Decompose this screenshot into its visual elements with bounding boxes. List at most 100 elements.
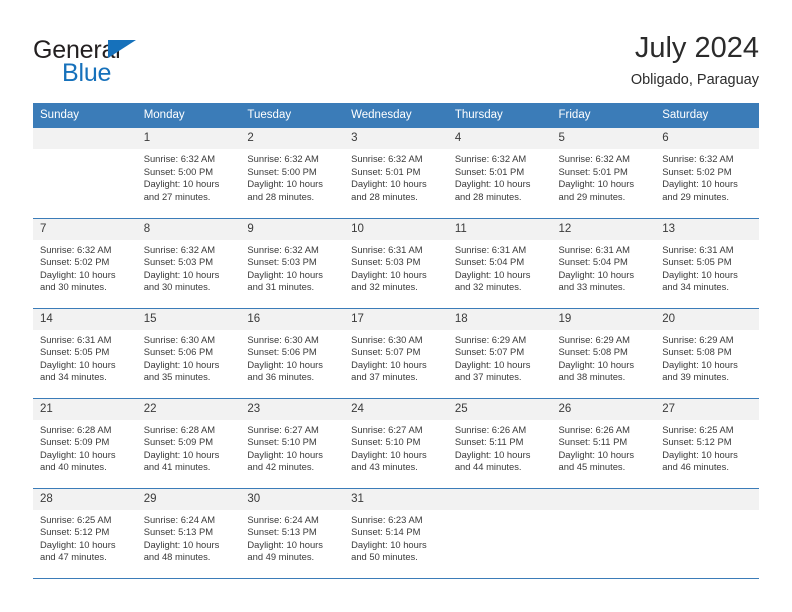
calendar-day-cell[interactable]: 8 Sunrise: 6:32 AM Sunset: 5:03 PM Daylight… [136, 218, 241, 309]
daylight-text-line1: Daylight: 10 hours [40, 448, 116, 460]
sunset-text: Sunset: 5:01 PM [351, 165, 421, 177]
day-number: 25 [447, 398, 552, 420]
day-number: 7 [33, 218, 137, 240]
daylight-text-line1: Daylight: 10 hours [662, 448, 738, 460]
calendar-day-cell[interactable]: 31 Sunrise: 6:23 AM Sunset: 5:14 PM Dayligh… [344, 488, 448, 579]
calendar-day-cell[interactable]: 28 Sunrise: 6:25 AM Sunset: 5:12 PM Dayligh… [33, 488, 137, 579]
calendar-day-cell[interactable]: 16 Sunrise: 6:30 AM Sunset: 5:06 PM Dayligh… [240, 308, 345, 399]
calendar-day-cell[interactable]: 10 Sunrise: 6:31 AM Sunset: 5:03 PM Dayligh… [344, 218, 448, 309]
calendar-day-cell[interactable]: 12 Sunrise: 6:31 AM Sunset: 5:04 PM Dayligh… [551, 218, 656, 309]
daylight-text-line2: and 43 minutes. [351, 461, 418, 473]
daylight-text-line1: Daylight: 10 hours [454, 268, 531, 280]
calendar-day-cell[interactable]: 23 Sunrise: 6:27 AM Sunset: 5:10 PM Dayligh… [240, 398, 345, 489]
daylight-text-line2: and 30 minutes. [143, 281, 211, 293]
brand-logo[interactable]: General Blue [33, 36, 263, 88]
page-title: July 2024 [634, 32, 759, 64]
daylight-text-line2: and 32 minutes. [351, 281, 418, 293]
daylight-text-line2: and 44 minutes. [454, 461, 522, 473]
day-detail: Sunrise: 6:32 AM Sunset: 5:00 PM Daylight:… [137, 149, 241, 203]
weekday-header-monday: Monday [136, 103, 241, 128]
day-detail: Sunrise: 6:30 AM Sunset: 5:06 PM Daylight:… [137, 330, 241, 384]
day-number: 12 [551, 218, 656, 240]
daylight-text-line1: Daylight: 10 hours [247, 358, 323, 370]
calendar-day-cell[interactable]: 7 Sunrise: 6:32 AM Sunset: 5:02 PM Daylight… [33, 218, 137, 309]
day-cell-inner: 15 Sunrise: 6:30 AM Sunset: 5:06 PM Dayligh… [136, 308, 241, 398]
calendar-day-cell [447, 488, 552, 579]
daylight-text-line1: Daylight: 10 hours [351, 358, 427, 370]
day-detail: Sunrise: 6:29 AM Sunset: 5:07 PM Daylight:… [448, 330, 552, 384]
calendar-day-cell[interactable]: 26 Sunrise: 6:26 AM Sunset: 5:11 PM Dayligh… [551, 398, 656, 489]
calendar-day-cell[interactable]: 6 Sunrise: 6:32 AM Sunset: 5:02 PM Daylight… [655, 128, 759, 219]
page-header: General Blue July 2024 Obligado, Paragua… [0, 0, 792, 100]
day-number: 13 [655, 218, 759, 240]
calendar-day-cell[interactable]: 5 Sunrise: 6:32 AM Sunset: 5:01 PM Daylight… [551, 128, 656, 219]
calendar-day-cell[interactable]: 3 Sunrise: 6:32 AM Sunset: 5:01 PM Daylight… [344, 128, 448, 219]
day-cell-inner: 13 Sunrise: 6:31 AM Sunset: 5:05 PM Dayligh… [655, 218, 759, 308]
calendar-day-cell[interactable]: 19 Sunrise: 6:29 AM Sunset: 5:08 PM Dayligh… [551, 308, 656, 399]
calendar-day-cell [655, 488, 759, 579]
calendar-day-cell[interactable]: 11 Sunrise: 6:31 AM Sunset: 5:04 PM Dayligh… [447, 218, 552, 309]
calendar-day-cell[interactable]: 17 Sunrise: 6:30 AM Sunset: 5:07 PM Dayligh… [344, 308, 448, 399]
day-cell-inner: 10 Sunrise: 6:31 AM Sunset: 5:03 PM Dayligh… [344, 218, 448, 308]
calendar-day-cell[interactable]: 30 Sunrise: 6:24 AM Sunset: 5:13 PM Dayligh… [240, 488, 345, 579]
sunrise-text: Sunrise: 6:26 AM [454, 423, 527, 435]
calendar-day-cell[interactable]: 9 Sunrise: 6:32 AM Sunset: 5:03 PM Daylight… [240, 218, 345, 309]
daylight-text-line1: Daylight: 10 hours [662, 178, 738, 190]
calendar-day-cell[interactable]: 20 Sunrise: 6:29 AM Sunset: 5:08 PM Dayligh… [655, 308, 759, 399]
sunset-text: Sunset: 5:09 PM [143, 436, 214, 448]
calendar-week-row: 14 Sunrise: 6:31 AM Sunset: 5:05 PM Dayligh… [33, 308, 759, 399]
sunset-text: Sunset: 5:03 PM [143, 256, 214, 268]
day-cell-inner: 19 Sunrise: 6:29 AM Sunset: 5:08 PM Dayligh… [551, 308, 656, 398]
day-number: 4 [447, 128, 552, 149]
calendar-day-cell[interactable]: 27 Sunrise: 6:25 AM Sunset: 5:12 PM Dayligh… [655, 398, 759, 489]
day-number: 11 [447, 218, 552, 240]
sunrise-text: Sunrise: 6:31 AM [454, 243, 527, 255]
calendar-day-cell[interactable]: 24 Sunrise: 6:27 AM Sunset: 5:10 PM Dayligh… [344, 398, 448, 489]
sunset-text: Sunset: 5:10 PM [351, 436, 421, 448]
daylight-text-line2: and 28 minutes. [454, 190, 522, 202]
day-cell-inner: 16 Sunrise: 6:30 AM Sunset: 5:06 PM Dayligh… [240, 308, 345, 398]
calendar-day-cell[interactable]: 1 Sunrise: 6:32 AM Sunset: 5:00 PM Daylight… [136, 128, 241, 219]
day-detail: Sunrise: 6:32 AM Sunset: 5:02 PM Daylight:… [655, 149, 759, 203]
calendar-day-cell[interactable]: 13 Sunrise: 6:31 AM Sunset: 5:05 PM Dayligh… [655, 218, 759, 309]
day-cell-inner: 2 Sunrise: 6:32 AM Sunset: 5:00 PM Daylight… [240, 128, 345, 218]
day-number [551, 488, 656, 510]
day-cell-inner: 23 Sunrise: 6:27 AM Sunset: 5:10 PM Dayligh… [240, 398, 345, 488]
daylight-text-line1: Daylight: 10 hours [143, 448, 220, 460]
calendar-day-cell[interactable]: 18 Sunrise: 6:29 AM Sunset: 5:07 PM Dayligh… [447, 308, 552, 399]
day-cell-inner [33, 128, 137, 218]
calendar-day-cell[interactable]: 22 Sunrise: 6:28 AM Sunset: 5:09 PM Dayligh… [136, 398, 241, 489]
day-number: 14 [33, 308, 137, 330]
daylight-text-line2: and 27 minutes. [143, 190, 211, 202]
calendar-day-cell[interactable]: 29 Sunrise: 6:24 AM Sunset: 5:13 PM Dayligh… [136, 488, 241, 579]
day-number: 10 [344, 218, 448, 240]
daylight-text-line2: and 29 minutes. [558, 190, 626, 202]
sunset-text: Sunset: 5:10 PM [247, 436, 317, 448]
calendar-day-cell[interactable]: 25 Sunrise: 6:26 AM Sunset: 5:11 PM Dayligh… [447, 398, 552, 489]
sunrise-text: Sunrise: 6:26 AM [558, 423, 630, 435]
calendar-day-cell[interactable]: 15 Sunrise: 6:30 AM Sunset: 5:06 PM Dayligh… [136, 308, 241, 399]
sunrise-text: Sunrise: 6:29 AM [558, 333, 630, 345]
brand-name-blue: Blue [62, 59, 112, 87]
sunset-text: Sunset: 5:12 PM [40, 526, 110, 538]
calendar-day-cell [551, 488, 656, 579]
day-cell-inner: 22 Sunrise: 6:28 AM Sunset: 5:09 PM Dayligh… [136, 398, 241, 488]
sunrise-text: Sunrise: 6:30 AM [351, 333, 423, 345]
weekday-header-thursday: Thursday [447, 103, 552, 128]
day-detail: Sunrise: 6:27 AM Sunset: 5:10 PM Daylight:… [240, 420, 344, 474]
sunrise-text: Sunrise: 6:32 AM [351, 153, 423, 164]
sunset-text: Sunset: 5:00 PM [247, 165, 317, 177]
daylight-text-line1: Daylight: 10 hours [558, 448, 635, 460]
daylight-text-line1: Daylight: 10 hours [143, 538, 220, 550]
calendar-day-cell[interactable]: 21 Sunrise: 6:28 AM Sunset: 5:09 PM Dayligh… [33, 398, 137, 489]
calendar-day-cell[interactable]: 2 Sunrise: 6:32 AM Sunset: 5:00 PM Daylight… [240, 128, 345, 219]
calendar-day-cell[interactable]: 14 Sunrise: 6:31 AM Sunset: 5:05 PM Dayligh… [33, 308, 137, 399]
sunset-text: Sunset: 5:04 PM [454, 256, 525, 268]
day-cell-inner: 24 Sunrise: 6:27 AM Sunset: 5:10 PM Dayligh… [344, 398, 448, 488]
day-number: 6 [655, 128, 759, 149]
daylight-text-line2: and 47 minutes. [40, 551, 107, 563]
day-detail: Sunrise: 6:32 AM Sunset: 5:01 PM Daylight:… [344, 149, 448, 203]
daylight-text-line2: and 49 minutes. [247, 551, 315, 563]
calendar-day-cell[interactable]: 4 Sunrise: 6:32 AM Sunset: 5:01 PM Daylight… [447, 128, 552, 219]
sunrise-text: Sunrise: 6:25 AM [662, 423, 734, 435]
